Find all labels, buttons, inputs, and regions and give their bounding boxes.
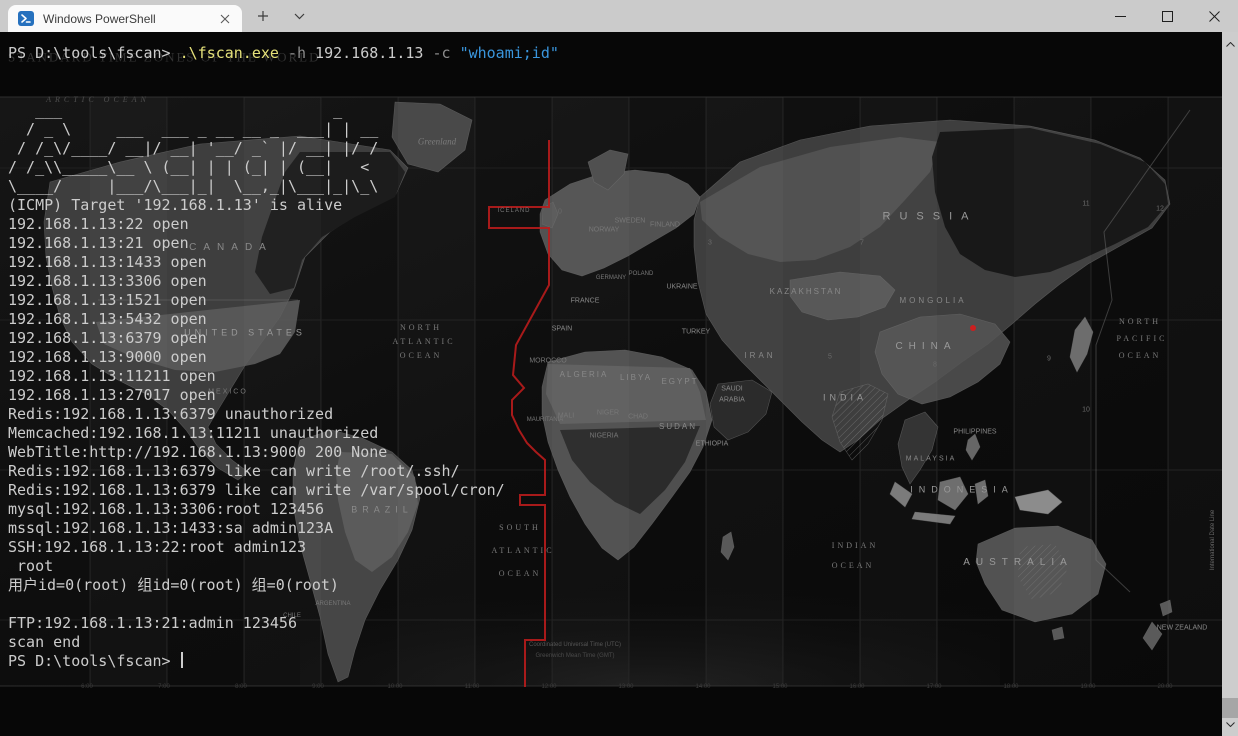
terminal-viewport[interactable]: STANDARD TIME ZONES OF THE WORLDARCTIC O… bbox=[0, 32, 1222, 736]
tab-windows-powershell[interactable]: Windows PowerShell bbox=[8, 5, 242, 32]
terminal-line: WebTitle:http://192.168.1.13:9000 200 No… bbox=[8, 443, 1214, 462]
terminal-line: PS D:\tools\fscan> .\fscan.exe -h 192.16… bbox=[8, 44, 1214, 63]
terminal-line: 192.168.1.13:6379 open bbox=[8, 329, 1214, 348]
terminal-line bbox=[8, 595, 1214, 614]
terminal-window: Windows PowerShell bbox=[0, 0, 1238, 736]
terminal-line: 192.168.1.13:21 open bbox=[8, 234, 1214, 253]
terminal-line: \____/ |___/\___|_| \__,_|\___|_|\_\ bbox=[8, 177, 1214, 196]
terminal-line: Redis:192.168.1.13:6379 unauthorized bbox=[8, 405, 1214, 424]
close-button[interactable] bbox=[1191, 0, 1238, 32]
terminal-line: / /_\\_____\__ \ (__| | | (_| | (__| < bbox=[8, 158, 1214, 177]
scroll-down-icon[interactable] bbox=[1222, 716, 1238, 732]
titlebar[interactable]: Windows PowerShell bbox=[0, 0, 1238, 32]
terminal-line: 192.168.1.13:22 open bbox=[8, 215, 1214, 234]
terminal-line: 192.168.1.13:1521 open bbox=[8, 291, 1214, 310]
terminal-line bbox=[8, 82, 1214, 101]
terminal-line bbox=[8, 63, 1214, 82]
terminal-line: Memcached:192.168.1.13:11211 unauthorize… bbox=[8, 424, 1214, 443]
terminal-output: PS D:\tools\fscan> .\fscan.exe -h 192.16… bbox=[0, 32, 1222, 736]
terminal-line: Redis:192.168.1.13:6379 like can write /… bbox=[8, 462, 1214, 481]
terminal-line: scan end bbox=[8, 633, 1214, 652]
terminal-line: / /_\/____/ __|/ __| '__/ _` |/ __| |/ / bbox=[8, 139, 1214, 158]
terminal-line: FTP:192.168.1.13:21:admin 123456 bbox=[8, 614, 1214, 633]
terminal-cursor bbox=[181, 652, 183, 668]
terminal-line: mssql:192.168.1.13:1433:sa admin123A bbox=[8, 519, 1214, 538]
terminal-line: / _ \ ___ ___ _ __ __ _ ___| | __ bbox=[8, 120, 1214, 139]
tab-title: Windows PowerShell bbox=[43, 12, 216, 26]
terminal-line: 192.168.1.13:11211 open bbox=[8, 367, 1214, 386]
terminal-line: (ICMP) Target '192.168.1.13' is alive bbox=[8, 196, 1214, 215]
terminal-line: root bbox=[8, 557, 1214, 576]
terminal-line: 用户id=0(root) 组id=0(root) 组=0(root) bbox=[8, 576, 1214, 595]
terminal-line: 192.168.1.13:27017 open bbox=[8, 386, 1214, 405]
minimize-button[interactable] bbox=[1097, 0, 1144, 32]
terminal-line: 192.168.1.13:5432 open bbox=[8, 310, 1214, 329]
terminal-line: 192.168.1.13:1433 open bbox=[8, 253, 1214, 272]
powershell-icon bbox=[18, 11, 34, 26]
terminal-line: PS D:\tools\fscan> bbox=[8, 652, 1214, 671]
window-controls bbox=[1097, 0, 1238, 32]
tab-dropdown-button[interactable] bbox=[282, 0, 316, 32]
maximize-button[interactable] bbox=[1144, 0, 1191, 32]
terminal-line: mysql:192.168.1.13:3306:root 123456 bbox=[8, 500, 1214, 519]
new-tab-button[interactable] bbox=[246, 0, 280, 32]
scrollbar-thumb[interactable] bbox=[1222, 698, 1238, 718]
terminal-line: 192.168.1.13:9000 open bbox=[8, 348, 1214, 367]
scrollbar[interactable] bbox=[1222, 32, 1238, 736]
terminal-line: 192.168.1.13:3306 open bbox=[8, 272, 1214, 291]
terminal-line: ___ _ bbox=[8, 101, 1214, 120]
terminal-line: SSH:192.168.1.13:22:root admin123 bbox=[8, 538, 1214, 557]
scroll-up-icon[interactable] bbox=[1222, 36, 1238, 52]
terminal-line: Redis:192.168.1.13:6379 like can write /… bbox=[8, 481, 1214, 500]
tab-close-icon[interactable] bbox=[216, 10, 234, 28]
